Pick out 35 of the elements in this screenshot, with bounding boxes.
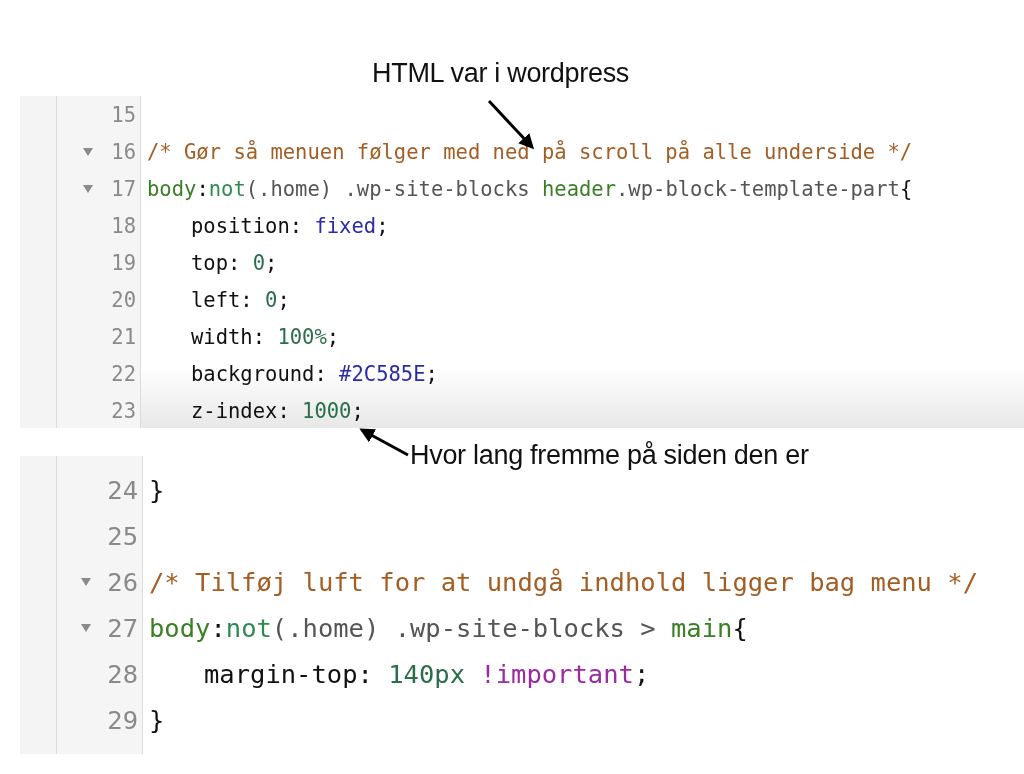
code-line: /* Gør så menuen følger med ned på scroll på alle underside */ (146, 139, 913, 164)
line-number: 19 (111, 250, 136, 275)
fold-triangle-icon[interactable] (81, 624, 91, 632)
line-number: 20 (111, 287, 136, 312)
line-number: 22 (111, 361, 136, 386)
line-number: 28 (107, 659, 138, 689)
code-line: body:not(.home) .wp-site-blocks > main{ (148, 613, 748, 643)
fold-triangle-icon[interactable] (81, 578, 91, 586)
code-line: width: 100%; (190, 324, 340, 349)
line-number: 29 (107, 705, 138, 735)
fold-triangle-icon[interactable] (83, 147, 93, 156)
annotation-text: Hvor lang fremme på siden den er (410, 440, 809, 470)
code-line: } (148, 475, 165, 505)
line-number: 15 (111, 102, 136, 127)
code-line: margin-top: 140px !important; (203, 659, 650, 689)
line-number: 24 (107, 475, 138, 505)
line-number: 25 (107, 521, 138, 551)
code-line: top: 0; (190, 250, 278, 275)
line-number: 21 (111, 324, 136, 349)
code-line: left: 0; (190, 287, 290, 312)
code-line: /* Tilføj luft for at undgå indhold ligger bag menu */ (148, 567, 979, 597)
code-line: background: #2C585E; (190, 361, 438, 386)
fold-triangle-icon[interactable] (83, 184, 93, 193)
line-number: 27 (107, 613, 138, 643)
line-number: 23 (111, 398, 136, 423)
code-line: } (148, 705, 165, 735)
line-number: 16 (111, 139, 136, 164)
line-number: 17 (111, 176, 136, 201)
arrow (359, 428, 409, 457)
code-line: position: fixed; (190, 213, 389, 238)
code-line: body:not(.home) .wp-site-blocks header.wp-block-template-part{ (146, 176, 913, 201)
line-number: 18 (111, 213, 136, 238)
line-number: 26 (107, 567, 138, 597)
annotation-text: HTML var i wordpress (372, 58, 630, 88)
code-line: z-index: 1000; (190, 398, 364, 423)
